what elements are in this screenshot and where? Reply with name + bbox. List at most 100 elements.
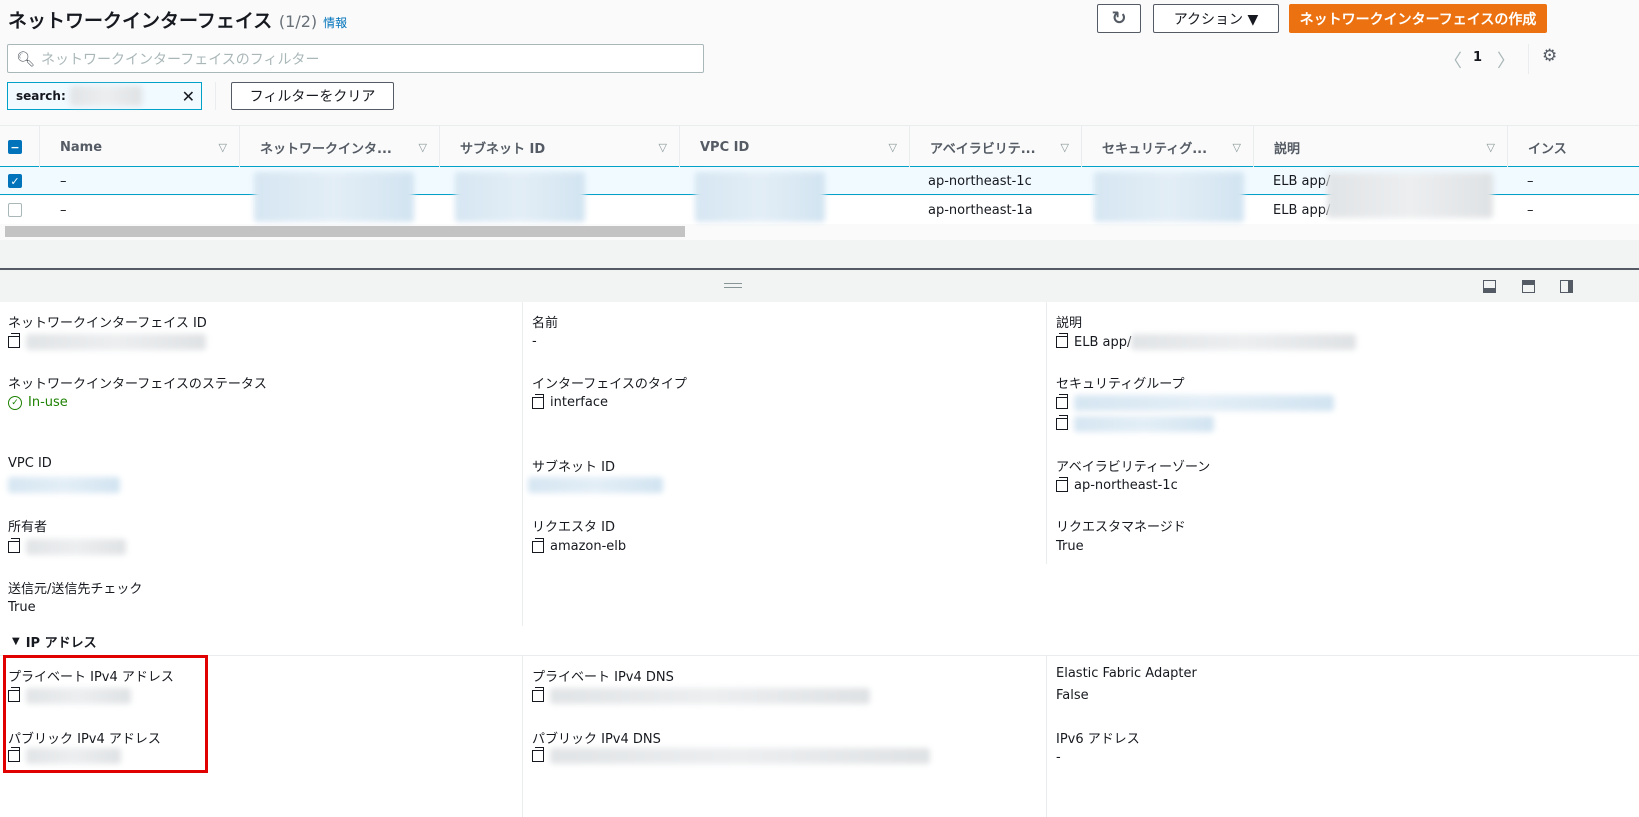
prev-page-button[interactable]: 〈 [1444,47,1462,73]
column-header-instance[interactable]: インス [1508,126,1639,168]
name-label: 名前 [532,316,559,331]
az-label: アベイラビリティーゾーン [1056,460,1211,475]
page-number[interactable]: 1 [1473,50,1482,65]
row-description: ELB app/ [1273,202,1331,218]
column-header-security-group[interactable]: セキュリティグ... ▽ [1082,126,1254,168]
settings-gear-icon[interactable]: ⚙ [1542,46,1557,66]
sort-icon: ▽ [1486,140,1495,154]
sort-icon: ▽ [218,140,227,154]
title-text: ネットワークインターフェイス [8,10,273,32]
copy-icon[interactable] [8,333,20,348]
vpc-id-label: VPC ID [8,456,52,471]
requester-id-label: リクエスタ ID [532,520,615,535]
redacted-vpc-ids [695,172,825,222]
divider [1046,302,1047,564]
next-page-button[interactable]: 〉 [1497,47,1515,73]
sort-icon: ▽ [658,140,667,154]
ipv6-label: IPv6 アドレス [1056,732,1140,747]
ip-section-toggle[interactable]: ▼ IP アドレス [12,632,97,651]
resize-handle-icon[interactable] [724,283,742,288]
owner-label: 所有者 [8,520,48,535]
clear-filters-button[interactable]: フィルターをクリア [231,82,394,110]
column-header-subnet-id[interactable]: サブネット ID ▽ [440,126,680,168]
private-dns-label: プライベート IPv4 DNS [532,670,674,685]
selection-count: (1/2) [278,12,318,31]
divider [1046,655,1047,817]
search-icon: 🔍︎ [16,49,36,68]
security-group-label: セキュリティグループ [1056,377,1185,392]
token-value-redacted [69,86,142,106]
row-instance: – [1527,173,1534,189]
vpc-id-value[interactable] [8,477,120,493]
filter-placeholder: ネットワークインターフェイスのフィルター [41,51,320,68]
copy-icon[interactable] [1056,415,1068,430]
create-network-interface-button[interactable]: ネットワークインターフェイスの作成 [1289,4,1547,33]
interface-type-value: interface [532,393,608,410]
sort-icon: ▽ [1060,140,1069,154]
row-description: ELB app/ [1273,173,1331,189]
column-header-name[interactable]: Name ▽ [40,126,240,168]
check-circle-icon: ✓ [8,395,22,410]
panel-split-icon[interactable] [1522,280,1535,293]
redacted-security-groups [1094,172,1244,222]
requester-id-value: amazon-elb [532,537,626,554]
refresh-button[interactable]: ↻ [1097,4,1141,33]
select-all-checkbox[interactable]: − [0,126,40,168]
row-az: ap-northeast-1a [928,202,1033,218]
row-name: – [60,173,67,189]
column-header-description[interactable]: 説明 ▽ [1254,126,1508,168]
row-checkbox[interactable]: ✓ [8,167,22,195]
redacted-eni-ids [254,172,414,222]
divider [522,302,523,626]
highlight-box [3,655,208,773]
page-title: ネットワークインターフェイス (1/2) 情報 [8,6,347,33]
column-header-eni-id[interactable]: ネットワークインタ... ▽ [240,126,440,168]
eni-id-value [8,333,206,350]
copy-icon[interactable] [1056,476,1068,492]
info-link[interactable]: 情報 [323,16,347,30]
subnet-id-value[interactable] [528,477,663,493]
copy-icon[interactable] [8,538,20,553]
copy-icon[interactable] [1056,333,1068,348]
copy-icon[interactable] [532,537,544,553]
copy-icon[interactable] [532,687,544,702]
column-header-vpc-id[interactable]: VPC ID ▽ [680,126,910,168]
divider [522,655,523,817]
source-dest-check-value: True [8,600,36,615]
panel-side-icon[interactable] [1560,280,1573,293]
column-header-az[interactable]: アベイラビリテ... ▽ [910,126,1082,168]
divider [1528,44,1529,74]
sort-icon: ▽ [1232,140,1241,154]
security-group-value [1056,394,1334,411]
status-label: ネットワークインターフェイスのステータス [8,377,267,392]
subnet-id-label: サブネット ID [532,460,615,475]
sort-icon: ▽ [888,140,897,154]
requester-managed-value: True [1056,539,1084,554]
horizontal-scrollbar[interactable] [5,226,685,237]
private-dns-value [532,687,870,704]
efa-value: False [1056,688,1089,703]
actions-button[interactable]: アクション ▼ [1153,4,1279,33]
filter-input[interactable]: 🔍︎ ネットワークインターフェイスのフィルター [7,44,704,73]
copy-icon[interactable] [1056,394,1068,409]
copy-icon[interactable] [532,747,544,762]
ipv6-value: - [1056,750,1061,765]
split-panel-header [0,268,1639,302]
security-group-value [1056,415,1214,432]
token-label: search: [16,89,66,103]
row-az: ap-northeast-1c [928,173,1032,189]
row-checkbox[interactable] [8,196,22,224]
divider [215,82,216,110]
requester-managed-label: リクエスタマネージド [1056,520,1186,535]
remove-token-icon[interactable]: ✕ [182,87,195,106]
eni-id-label: ネットワークインターフェイス ID [8,316,207,331]
copy-icon[interactable] [532,393,544,409]
row-name: – [60,202,67,218]
az-value: ap-northeast-1c [1056,476,1178,493]
public-dns-value [532,747,930,764]
redacted-descriptions [1327,173,1493,218]
filter-token: search: ✕ [7,82,202,110]
description-label: 説明 [1056,316,1083,331]
panel-bottom-icon[interactable] [1483,280,1496,293]
efa-label: Elastic Fabric Adapter [1056,666,1197,681]
